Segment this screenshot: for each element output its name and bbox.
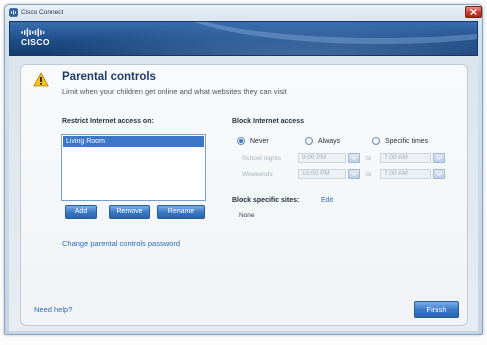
- restrict-access-label: Restrict Internet access on:: [62, 118, 154, 125]
- radio-never[interactable]: [237, 137, 245, 145]
- close-button[interactable]: [465, 6, 482, 18]
- radio-always[interactable]: [305, 137, 313, 145]
- start-time-field[interactable]: 10:00 PM: [298, 169, 346, 179]
- header-banner: CISCO: [9, 21, 478, 56]
- warning-icon: [33, 72, 49, 87]
- radio-label-never: Never: [250, 137, 269, 145]
- cisco-bridge-logo-icon: [21, 28, 45, 37]
- start-time-field[interactable]: 9:00 PM: [298, 153, 346, 163]
- cisco-connect-app-icon: [9, 8, 18, 17]
- end-time-dropdown-button[interactable]: [433, 153, 445, 163]
- cisco-logo: CISCO: [21, 28, 53, 50]
- logo-text: CISCO: [21, 37, 50, 47]
- change-password-link[interactable]: Change parental controls password: [62, 239, 180, 248]
- block-sites-label: Block specific sites:: [232, 197, 300, 204]
- chevron-down-icon: [436, 156, 442, 160]
- schedule-row-weekends: Weekends 10:00 PM to 7:00 AM: [242, 169, 446, 179]
- list-item[interactable]: Living Room: [63, 136, 204, 147]
- end-time-field[interactable]: 7:00 AM: [380, 169, 431, 179]
- window-title: Cisco Connect: [21, 9, 64, 16]
- radio-specific-times[interactable]: [372, 137, 380, 145]
- schedule-row-school-nights: School nights 9:00 PM to 7:00 AM: [242, 153, 446, 163]
- schedule-label: School nights: [242, 154, 282, 162]
- time-separator: to: [366, 154, 372, 162]
- edit-sites-link[interactable]: Edit: [321, 196, 333, 205]
- time-separator: to: [366, 170, 372, 178]
- page-subtitle: Limit when your children get online and …: [62, 87, 287, 96]
- end-time-dropdown-button[interactable]: [433, 169, 445, 179]
- screen: Cisco Connect CISCO Parental controls Li…: [0, 0, 487, 345]
- radio-label-specific-times: Specific times: [385, 137, 429, 145]
- chevron-down-icon: [436, 172, 442, 176]
- end-time-field[interactable]: 7:00 AM: [380, 153, 431, 163]
- content-panel: Parental controls Limit when your childr…: [20, 64, 468, 326]
- schedule-label: Weekends: [242, 170, 273, 178]
- start-time-dropdown-button[interactable]: [348, 153, 360, 163]
- radio-label-always: Always: [318, 137, 341, 145]
- chevron-down-icon: [351, 172, 357, 176]
- client-area: Parental controls Limit when your childr…: [9, 56, 478, 331]
- chevron-down-icon: [351, 156, 357, 160]
- page-title: Parental controls: [62, 71, 156, 83]
- blocked-sites-value: None: [239, 212, 255, 219]
- remove-button[interactable]: Remove: [109, 205, 150, 219]
- start-time-dropdown-button[interactable]: [348, 169, 360, 179]
- close-icon: [470, 9, 477, 15]
- need-help-link[interactable]: Need help?: [34, 305, 72, 314]
- block-access-label: Block Internet access: [232, 118, 304, 125]
- device-listbox[interactable]: Living Room: [61, 134, 206, 201]
- title-bar[interactable]: Cisco Connect: [5, 5, 482, 21]
- app-window: Cisco Connect CISCO Parental controls Li…: [4, 4, 483, 335]
- finish-button[interactable]: Finish: [414, 301, 459, 318]
- rename-button[interactable]: Rename: [157, 205, 205, 219]
- add-button[interactable]: Add: [65, 205, 97, 219]
